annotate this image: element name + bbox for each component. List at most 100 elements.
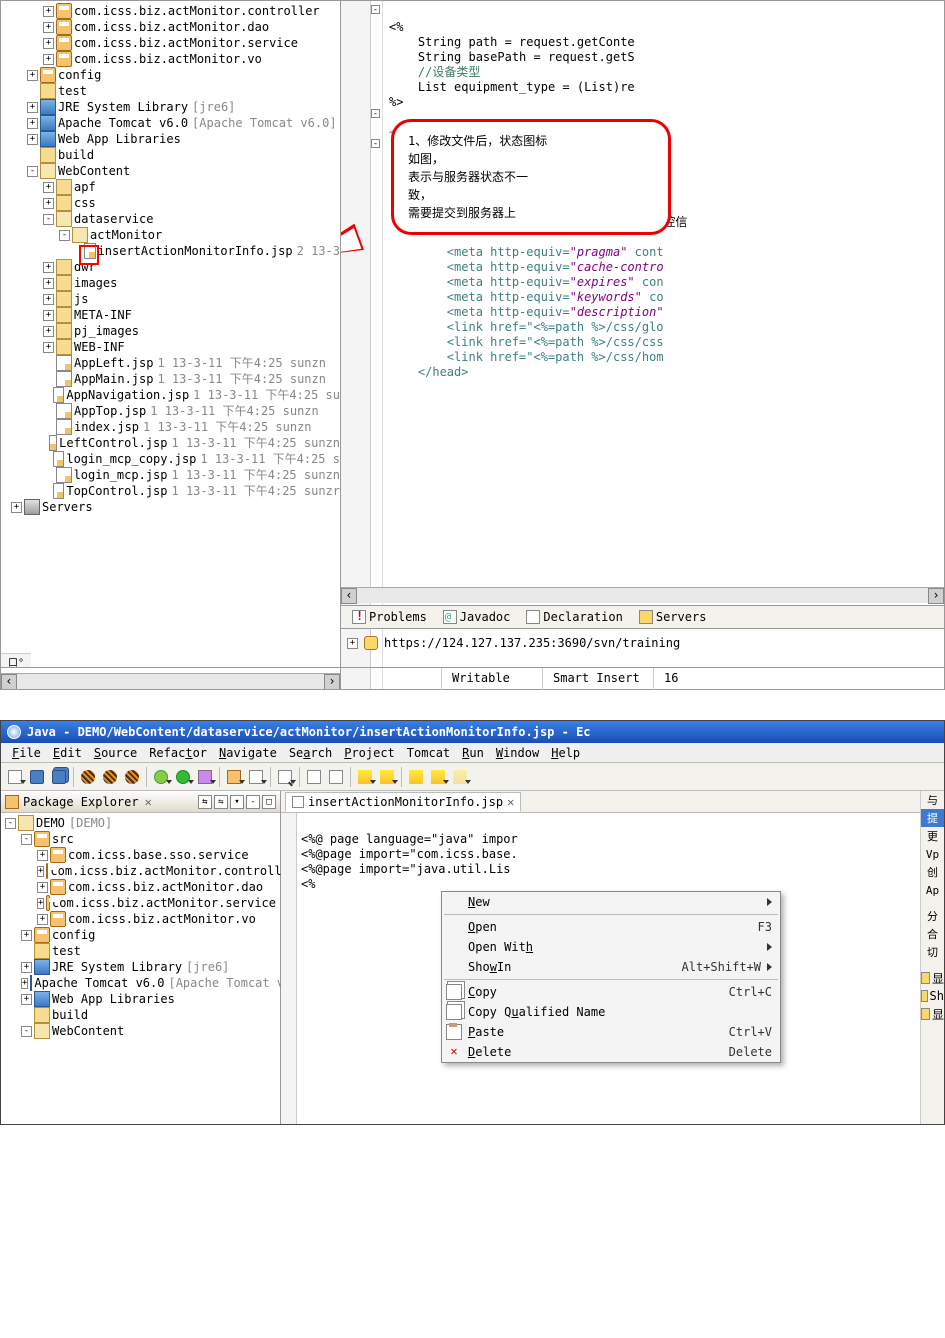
- tree-webcontent[interactable]: -WebContent: [5, 1023, 276, 1039]
- tree-pkg[interactable]: +com.icss.biz.actMonitor.controller: [5, 863, 276, 879]
- tree-jsp-file[interactable]: index.jsp1 13-3-11 下午4:25 sunzn: [11, 419, 340, 435]
- menu-copy[interactable]: CopyCtrl+C: [442, 982, 780, 1002]
- collapse-icon[interactable]: -: [21, 834, 32, 845]
- menu-tomcat[interactable]: Tomcat: [402, 745, 455, 760]
- expand-icon[interactable]: +: [43, 342, 54, 353]
- side-item[interactable]: 创: [921, 863, 944, 881]
- tree-config[interactable]: +config: [5, 927, 276, 943]
- menu-edit[interactable]: Edit: [48, 745, 87, 760]
- menu-open[interactable]: OpenF3: [442, 917, 780, 937]
- tree-test[interactable]: test: [11, 83, 340, 99]
- expand-icon[interactable]: +: [21, 930, 32, 941]
- tree-webapplib[interactable]: +Web App Libraries: [5, 991, 276, 1007]
- annotation-prev-button[interactable]: [355, 767, 375, 787]
- menu-copy-qualified[interactable]: Copy Qualified Name: [442, 1002, 780, 1022]
- tab-declaration[interactable]: Declaration: [519, 607, 629, 627]
- tree-project[interactable]: -DEMO[DEMO]: [5, 815, 276, 831]
- side-item[interactable]: Ap: [921, 881, 944, 899]
- tree-jsp-file[interactable]: LeftControl.jsp1 13-3-11 下午4:25 sunzn: [11, 435, 340, 451]
- new-button[interactable]: [5, 767, 25, 787]
- back-button[interactable]: [428, 767, 448, 787]
- save-button[interactable]: [27, 767, 47, 787]
- run-button[interactable]: [173, 767, 193, 787]
- tree-pkg-dao[interactable]: +com.icss.biz.actMonitor.dao: [11, 19, 340, 35]
- tree-pkg-vo[interactable]: +com.icss.biz.actMonitor.vo: [11, 51, 340, 67]
- tree-actmonitor[interactable]: -actMonitor: [11, 227, 340, 243]
- tree-apf[interactable]: +apf: [11, 179, 340, 195]
- side-item[interactable]: Vp: [921, 845, 944, 863]
- new-package-button[interactable]: [224, 767, 244, 787]
- menu-show-in[interactable]: Show InAlt+Shift+W: [442, 957, 780, 977]
- minimize-icon[interactable]: -: [246, 795, 260, 809]
- fold-collapse-icon[interactable]: -: [371, 109, 380, 118]
- tree-images[interactable]: +images: [11, 275, 340, 291]
- scroll-left-icon[interactable]: ‹: [341, 588, 357, 604]
- tree-servers[interactable]: +Servers: [11, 499, 340, 515]
- debug-button[interactable]: [151, 767, 171, 787]
- menu-new[interactable]: New: [442, 892, 780, 912]
- menu-open-with[interactable]: Open With: [442, 937, 780, 957]
- forward-button[interactable]: [450, 767, 470, 787]
- menu-project[interactable]: Project: [339, 745, 400, 760]
- tomcat-restart-button[interactable]: [122, 767, 142, 787]
- menu-window[interactable]: Window: [491, 745, 544, 760]
- side-item[interactable]: 更: [921, 827, 944, 845]
- tree-dataservice[interactable]: -dataservice: [11, 211, 340, 227]
- tab-servers[interactable]: Servers: [632, 607, 714, 627]
- expand-icon[interactable]: +: [43, 6, 54, 17]
- tree-tomcat[interactable]: +Apache Tomcat v6.0[Apache Tomcat v6.0]: [11, 115, 340, 131]
- tomcat-start-button[interactable]: [78, 767, 98, 787]
- tree-jsp-file[interactable]: login_mcp.jsp1 13-3-11 下午4:25 sunzn: [11, 467, 340, 483]
- expand-icon[interactable]: +: [43, 22, 54, 33]
- tree-insert-jsp[interactable]: insertActionMonitorInfo.jsp2 13-3: [11, 243, 340, 259]
- save-all-button[interactable]: [49, 767, 69, 787]
- tree-build[interactable]: build: [11, 147, 340, 163]
- side-item[interactable]: 显: [921, 969, 944, 987]
- tree-src[interactable]: -src: [5, 831, 276, 847]
- collapse-icon[interactable]: -: [59, 230, 70, 241]
- expand-icon[interactable]: +: [347, 638, 358, 649]
- side-item[interactable]: 提: [921, 809, 944, 827]
- menu-search[interactable]: Search: [284, 745, 337, 760]
- tree-jsp-file[interactable]: login_mcp_copy.jsp1 13-3-11 下午4:25 s: [11, 451, 340, 467]
- collapse-icon[interactable]: -: [27, 166, 38, 177]
- code-editor[interactable]: - - - <% String path = request.getConte …: [341, 1, 944, 689]
- tree-js[interactable]: +js: [11, 291, 340, 307]
- menu-source[interactable]: Source: [89, 745, 142, 760]
- expand-icon[interactable]: +: [43, 54, 54, 65]
- tree-test[interactable]: test: [5, 943, 276, 959]
- search-button[interactable]: [275, 767, 295, 787]
- tree-build[interactable]: build: [5, 1007, 276, 1023]
- menu-help[interactable]: Help: [546, 745, 585, 760]
- expand-icon[interactable]: +: [21, 978, 28, 989]
- new-type-button[interactable]: [246, 767, 266, 787]
- maximize-icon[interactable]: □: [262, 795, 276, 809]
- view-menu-icon[interactable]: ▾: [230, 795, 244, 809]
- tree-jsp-file[interactable]: TopControl.jsp1 13-3-11 下午4:25 sunzr: [11, 483, 340, 499]
- fold-collapse-icon[interactable]: -: [371, 5, 380, 14]
- tree-pkg[interactable]: +com.icss.biz.actMonitor.dao: [5, 879, 276, 895]
- collapse-icon[interactable]: -: [43, 214, 54, 225]
- tomcat-stop-button[interactable]: [100, 767, 120, 787]
- tree-config[interactable]: +config: [11, 67, 340, 83]
- expand-icon[interactable]: +: [43, 262, 54, 273]
- tree-pkg-service[interactable]: +com.icss.biz.actMonitor.service: [11, 35, 340, 51]
- last-edit-button[interactable]: [406, 767, 426, 787]
- expand-icon[interactable]: +: [27, 70, 38, 81]
- collapse-all-icon[interactable]: ⇆: [198, 795, 212, 809]
- tree-webcontent[interactable]: -WebContent: [11, 163, 340, 179]
- close-view-icon[interactable]: ✕: [145, 795, 152, 809]
- context-menu[interactable]: New OpenF3 Open With Show InAlt+Shift+W …: [441, 891, 781, 1063]
- close-tab-icon[interactable]: ✕: [507, 795, 514, 809]
- expand-icon[interactable]: +: [43, 326, 54, 337]
- menu-navigate[interactable]: Navigate: [214, 745, 282, 760]
- tree-pkg[interactable]: +com.icss.biz.actMonitor.service: [5, 895, 276, 911]
- annotation-next-button[interactable]: [377, 767, 397, 787]
- menu-delete[interactable]: ✕DeleteDelete: [442, 1042, 780, 1062]
- expand-icon[interactable]: +: [27, 118, 38, 129]
- tree-jre[interactable]: +JRE System Library[jre6]: [11, 99, 340, 115]
- side-item[interactable]: 显: [921, 1005, 944, 1023]
- tree-jre[interactable]: +JRE System Library[jre6]: [5, 959, 276, 975]
- expand-icon[interactable]: +: [37, 898, 44, 909]
- collapse-icon[interactable]: -: [5, 818, 16, 829]
